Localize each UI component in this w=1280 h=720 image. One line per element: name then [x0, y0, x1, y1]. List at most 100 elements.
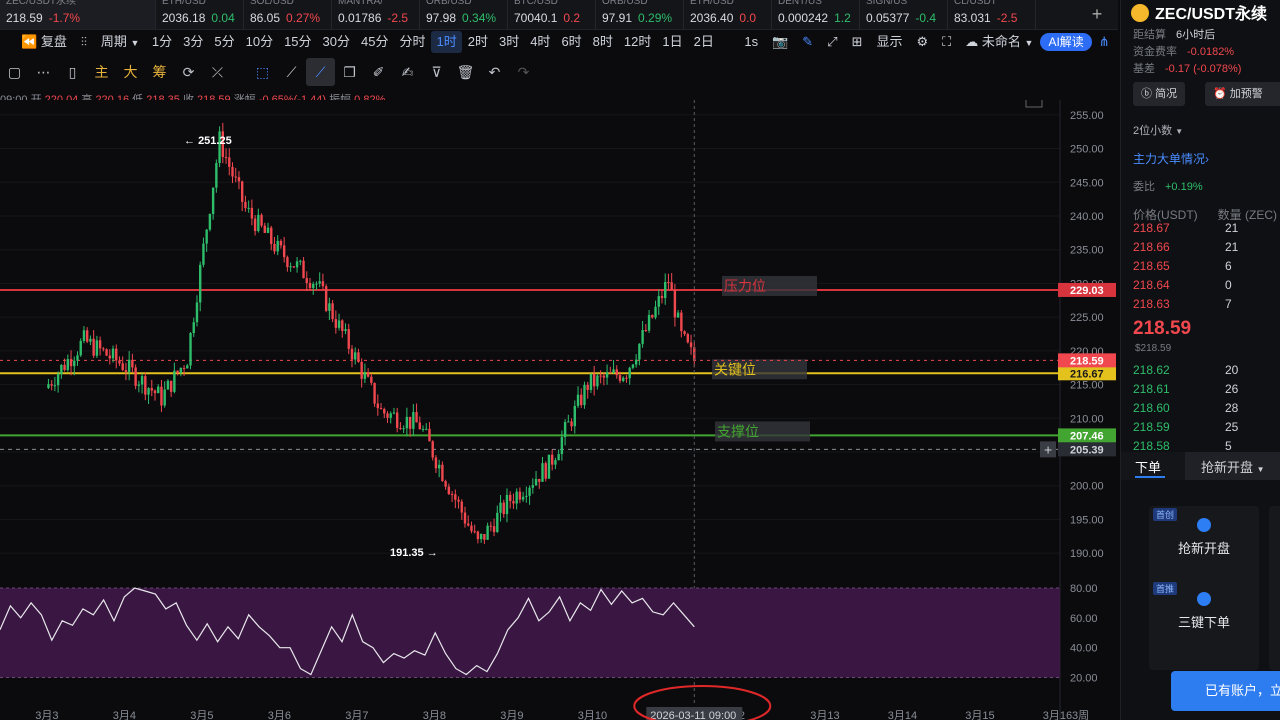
link-icon[interactable]: ⤫ — [203, 58, 232, 86]
chart-svg[interactable]: 255.00250.00245.00240.00235.00230.00225.… — [0, 100, 1118, 720]
ticker-tab[interactable]: SOL/USD 86.05 0.27% — [244, 0, 332, 29]
interval-option[interactable]: 30分 — [317, 31, 355, 53]
candle-body — [570, 421, 573, 427]
orderbook-qty: 26 — [1225, 382, 1239, 396]
level-value: 216.67 — [1070, 368, 1104, 380]
interval-option[interactable]: 1日 — [657, 31, 688, 53]
ticker-tab[interactable]: ETH/USD 2036.18 0.04 — [156, 0, 244, 29]
interval-option[interactable]: 5分 — [209, 31, 240, 53]
crop-icon[interactable]: ▢ — [0, 58, 29, 86]
ticker-tab[interactable]: ETH/USD 2036.40 0.0 — [684, 0, 772, 29]
orderbook-row[interactable]: 218.63 7 — [1133, 297, 1280, 311]
orderbook-row[interactable]: 218.58 5 — [1133, 439, 1280, 453]
interval-option[interactable]: 8时 — [587, 31, 618, 53]
orderbook-row[interactable]: 218.65 6 — [1133, 259, 1280, 273]
ticker-tab[interactable]: MANTRA/0.01786 -2.5 — [332, 0, 420, 29]
price-chart[interactable]: 255.00250.00245.00240.00235.00230.00225.… — [0, 100, 1118, 720]
settings-icon[interactable]: ⚙ — [910, 31, 936, 53]
candle-body — [509, 494, 512, 502]
interval-option[interactable]: 1分 — [146, 31, 177, 53]
replay-button[interactable]: ⏪ 复盘 — [14, 31, 74, 53]
redo-icon[interactable]: ↷ — [509, 58, 538, 86]
orderbook-row[interactable]: 218.67 21 — [1133, 221, 1280, 235]
candle-body — [402, 428, 405, 430]
chip-toggle[interactable]: 筹 — [145, 58, 174, 86]
alarm-icon: ⏰ — [1213, 88, 1227, 100]
candle-body — [676, 312, 680, 318]
candle-body — [257, 214, 260, 232]
interval-option[interactable]: 10分 — [240, 31, 278, 53]
orderbook-row[interactable]: 218.66 21 — [1133, 240, 1280, 254]
interval-option[interactable]: 分时 — [394, 31, 431, 53]
refresh-icon[interactable]: ⟳ — [174, 58, 203, 86]
interval-1s[interactable]: 1s — [737, 31, 765, 53]
main-force-toggle[interactable]: 主 — [87, 58, 116, 86]
sidebar-icon[interactable]: ▯ — [58, 58, 87, 86]
candle-body — [266, 227, 270, 233]
orderbook-row[interactable]: 218.60 28 — [1133, 401, 1280, 415]
interval-option[interactable]: 12时 — [618, 31, 656, 53]
interval-option[interactable]: 1时 — [431, 31, 463, 53]
tab-order[interactable]: 下单 — [1135, 457, 1161, 476]
decimals-dropdown[interactable]: 2位小数 ▼ — [1133, 122, 1183, 138]
orderbook-price: 218.64 — [1133, 278, 1170, 292]
big-order-toggle[interactable]: 大 — [116, 58, 145, 86]
order-panel: ZEC/USDT永续 距结算 6小时后 资金费率 -0.0182% 基差 -0.17 … — [1120, 0, 1280, 720]
brush-icon[interactable]: ✐ — [364, 58, 393, 86]
three-key-card[interactable]: 首推 三键下单 — [1149, 580, 1259, 670]
ticker-tab[interactable]: CL/USDT 83.031 -2.5 — [948, 0, 1036, 29]
card-partial[interactable] — [1269, 580, 1280, 670]
candle-body — [50, 384, 53, 386]
ticker-symbol: ETH/USD — [162, 0, 206, 7]
interval-option[interactable]: 2日 — [688, 31, 719, 53]
undo-icon[interactable]: ↶ — [480, 58, 509, 86]
draw-line-icon[interactable]: ⟋ — [306, 58, 335, 86]
ticker-tab[interactable]: DENT/US 0.000242 1.2 — [772, 0, 860, 29]
ticker-tab[interactable]: SIGN/US 0.05377 -0.4 — [860, 0, 948, 29]
brief-button[interactable]: ⓑ 简况 — [1133, 82, 1186, 106]
interval-option[interactable]: 45分 — [356, 31, 394, 53]
add-tab-icon[interactable]: + — [1086, 0, 1108, 30]
tab-grab[interactable]: 抢新开盘 ▼ — [1201, 457, 1265, 476]
share-icon[interactable]: ⋔ — [1092, 31, 1117, 53]
orderbook-row[interactable]: 218.62 20 — [1133, 363, 1280, 377]
more-icon[interactable]: ⋯ — [29, 58, 58, 86]
candle-body — [628, 367, 631, 379]
interval-option[interactable]: 6时 — [556, 31, 587, 53]
filter-icon[interactable]: ⊽ — [422, 58, 451, 86]
pen-icon[interactable]: ✎ — [795, 31, 820, 53]
fullscreen-icon[interactable]: ⛶ — [935, 31, 958, 53]
interval-option[interactable]: 3分 — [178, 31, 209, 53]
open-account-button[interactable]: 已有账户，立 — [1171, 671, 1280, 711]
interval-option[interactable]: 15分 — [279, 31, 317, 53]
high-marker-value: 251.25 — [198, 135, 232, 147]
orderbook-row[interactable]: 218.64 0 — [1133, 278, 1280, 292]
period-dropdown[interactable]: 周期 ▼ — [94, 31, 147, 53]
display-button[interactable]: 显示 — [869, 31, 909, 53]
expand-icon[interactable]: ⤢ — [820, 31, 844, 53]
candle-body — [379, 408, 383, 410]
orderbook-row[interactable]: 218.61 26 — [1133, 382, 1280, 396]
ticker-tab[interactable]: ORB/USD 97.91 0.29% — [596, 0, 684, 29]
ticker-tab[interactable]: BTC/USD 70040.1 0.2 — [508, 0, 596, 29]
layout-icon[interactable]: ⊞ — [845, 31, 870, 53]
orderbook-row[interactable]: 218.59 25 — [1133, 420, 1280, 434]
select-tool-icon[interactable]: ⬚ — [248, 58, 277, 86]
big-order-link[interactable]: 主力大单情况› — [1133, 150, 1209, 167]
annotate-icon[interactable]: ✍ — [393, 58, 422, 86]
ruler-icon[interactable]: ⟋ — [277, 58, 306, 86]
ticker-symbol: DENT/US — [778, 0, 822, 7]
interval-option[interactable]: 3时 — [493, 31, 524, 53]
interval-option[interactable]: 4时 — [525, 31, 556, 53]
trash-icon[interactable]: 🗑 — [451, 58, 480, 86]
ticker-tab[interactable]: ZEC/USDT永续 218.59 -1.7% — [0, 0, 156, 29]
indicator-icon[interactable]: ⫶⫶ — [74, 31, 94, 53]
copy-icon[interactable]: ❐ — [335, 58, 364, 86]
camera-icon[interactable]: 📷 — [765, 31, 795, 53]
more-button[interactable] — [1267, 82, 1280, 106]
ai-analysis-button[interactable]: AI解读 — [1040, 33, 1092, 51]
ticker-tab[interactable]: ORB/USD 97.98 0.34% — [420, 0, 508, 29]
interval-option[interactable]: 2时 — [462, 31, 493, 53]
cloud-layout-dropdown[interactable]: ☁ 未命名 ▼ — [958, 31, 1040, 53]
alert-button[interactable]: ⏰ 加预警 — [1205, 82, 1271, 106]
